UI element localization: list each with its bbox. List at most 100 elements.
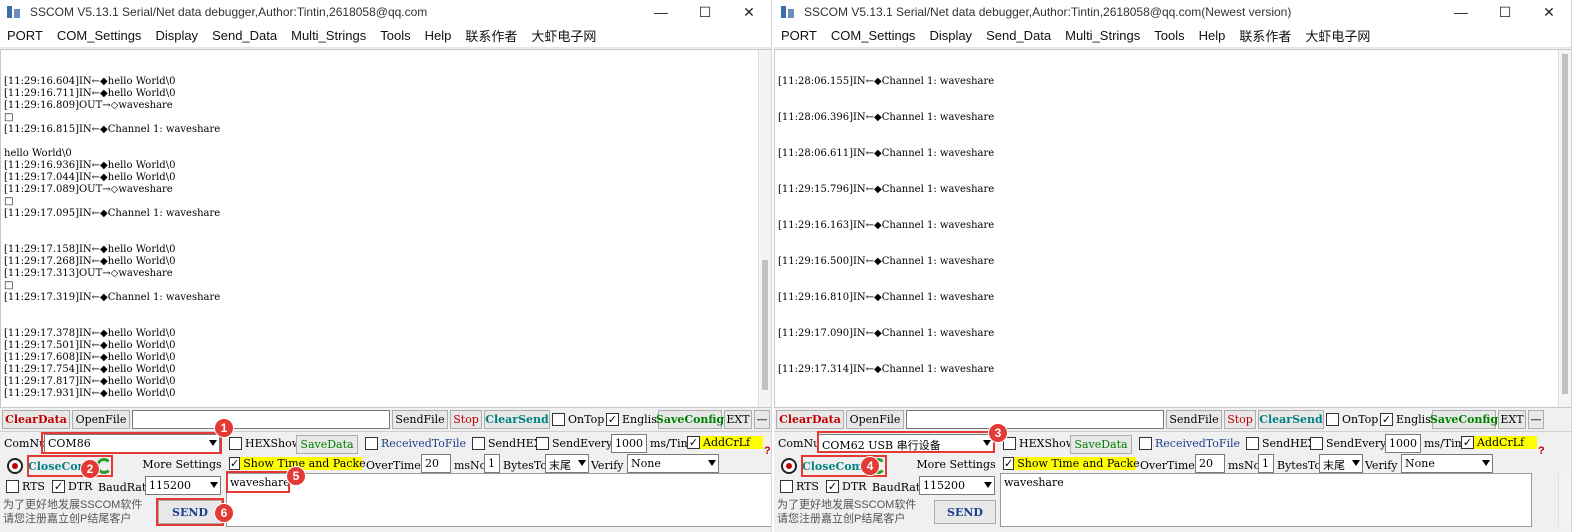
open-file-button[interactable]: OpenFile	[846, 410, 904, 429]
menu-com-settings[interactable]: COM_Settings	[50, 28, 149, 43]
menu-send-data[interactable]: Send_Data	[979, 28, 1058, 43]
verify-select[interactable]: None	[627, 454, 719, 473]
collapse-button[interactable]: —	[754, 410, 770, 429]
over-time-input[interactable]: 20	[1195, 454, 1225, 473]
over-time-input[interactable]: 20	[421, 454, 451, 473]
maximize-icon[interactable]: ☐	[683, 0, 727, 24]
menu-send-data[interactable]: Send_Data	[205, 28, 284, 43]
menu-display[interactable]: Display	[922, 28, 979, 43]
menu-daxia-site[interactable]: 大虾电子网	[1298, 26, 1377, 45]
baud-rate-select[interactable]: 115200	[919, 476, 995, 495]
close-icon[interactable]: ✕	[1527, 0, 1571, 24]
window-controls: — ☐ ✕	[639, 0, 771, 24]
received-to-file-checkbox[interactable]: ReceivedToFile	[365, 437, 466, 450]
rts-checkbox[interactable]: RTS	[780, 480, 819, 493]
ext-button[interactable]: EXT	[724, 410, 752, 429]
menu-help[interactable]: Help	[418, 28, 459, 43]
menu-contact-author[interactable]: 联系作者	[1232, 26, 1298, 45]
send-every-input[interactable]: 1000	[611, 434, 647, 453]
show-time-checkbox[interactable]: ✓ Show Time and Packe	[1003, 457, 1140, 470]
com-num-select[interactable]: COM86	[44, 434, 220, 453]
send-file-button[interactable]: SendFile	[392, 410, 448, 429]
send-every-checkbox[interactable]: SendEvery:	[1310, 437, 1390, 450]
receive-log[interactable]: [11:28:06.155]IN←◆Channel 1: waveshare [1…	[774, 49, 1571, 408]
menu-com-settings[interactable]: COM_Settings	[824, 28, 923, 43]
save-config-button[interactable]: SaveConfig	[1430, 410, 1498, 429]
send-hex-checkbox[interactable]: SendHEX	[472, 437, 542, 450]
menu-multi-strings[interactable]: Multi_Strings	[284, 28, 373, 43]
menu-tools[interactable]: Tools	[1147, 28, 1191, 43]
log-line: [11:29:17.608]IN←◆hello World\0	[4, 352, 176, 363]
menu-contact-author[interactable]: 联系作者	[458, 26, 524, 45]
save-data-button[interactable]: SaveData	[296, 435, 358, 454]
more-settings-button[interactable]: More Settings	[916, 455, 996, 474]
rts-checkbox[interactable]: RTS	[6, 480, 45, 493]
baud-rate-select[interactable]: 115200	[145, 476, 221, 495]
help-icon[interactable]: ?	[1538, 445, 1545, 457]
close-icon[interactable]: ✕	[727, 0, 771, 24]
close-com-button[interactable]: CloseCom	[28, 456, 89, 476]
send-button[interactable]: SEND	[934, 500, 996, 524]
hex-show-checkbox[interactable]: HEXShow	[229, 437, 301, 450]
com-num-select[interactable]: COM62 USB 串行设备	[818, 434, 994, 453]
add-crlf-checkbox[interactable]: ✓ AddCrLf	[687, 436, 763, 449]
send-button[interactable]: SEND	[158, 500, 222, 524]
dtr-checkbox[interactable]: ✓ DTR	[826, 480, 866, 493]
clear-data-button[interactable]: ClearData	[776, 410, 844, 429]
minimize-icon[interactable]: —	[1439, 0, 1483, 24]
send-hex-checkbox[interactable]: SendHEX	[1246, 437, 1316, 450]
log-scrollbar[interactable]	[758, 50, 771, 407]
file-path-input[interactable]	[906, 410, 1164, 429]
open-file-button[interactable]: OpenFile	[72, 410, 130, 429]
on-top-checkbox[interactable]: OnTop	[1326, 413, 1378, 426]
send-file-button[interactable]: SendFile	[1166, 410, 1222, 429]
clear-send-button[interactable]: ClearSend	[1258, 410, 1324, 429]
add-crlf-checkbox[interactable]: ✓ AddCrLf	[1461, 436, 1537, 449]
menu-daxia-site[interactable]: 大虾电子网	[524, 26, 603, 45]
clear-send-button[interactable]: ClearSend	[484, 410, 550, 429]
menu-display[interactable]: Display	[148, 28, 205, 43]
stop-button[interactable]: Stop	[450, 410, 482, 429]
menu-multi-strings[interactable]: Multi_Strings	[1058, 28, 1147, 43]
menu-port[interactable]: PORT	[0, 28, 50, 43]
maximize-icon[interactable]: ☐	[1483, 0, 1527, 24]
file-path-input[interactable]	[132, 410, 390, 429]
dtr-checkbox[interactable]: ✓ DTR	[52, 480, 92, 493]
ext-button[interactable]: EXT	[1498, 410, 1526, 429]
clear-data-button[interactable]: ClearData	[2, 410, 70, 429]
help-icon[interactable]: ?	[764, 445, 771, 457]
scroll-thumb[interactable]	[1562, 54, 1568, 394]
stop-button[interactable]: Stop	[1224, 410, 1256, 429]
send-text-area[interactable]: waveshare	[226, 473, 771, 527]
menu-tools[interactable]: Tools	[373, 28, 417, 43]
received-to-file-checkbox[interactable]: ReceivedToFile	[1139, 437, 1240, 450]
send-text-area[interactable]: waveshare	[1000, 473, 1532, 527]
menu-port[interactable]: PORT	[774, 28, 824, 43]
verify-select[interactable]: None	[1401, 454, 1493, 473]
more-settings-button[interactable]: More Settings	[142, 455, 222, 474]
send-every-checkbox[interactable]: SendEvery:	[536, 437, 616, 450]
collapse-button[interactable]: —	[1528, 410, 1544, 429]
close-com-button[interactable]: CloseCom	[802, 456, 863, 476]
checkbox-box	[472, 437, 485, 450]
bytes-to-select[interactable]: 末尾	[545, 454, 589, 473]
save-data-button[interactable]: SaveData	[1070, 435, 1132, 454]
scroll-thumb[interactable]	[762, 260, 768, 390]
on-top-checkbox[interactable]: OnTop	[552, 413, 604, 426]
bytes-to-select[interactable]: 末尾	[1319, 454, 1363, 473]
log-scrollbar[interactable]	[1558, 50, 1571, 407]
minimize-icon[interactable]: —	[639, 0, 683, 24]
step-badge-6: 6	[214, 503, 234, 523]
menu-help[interactable]: Help	[1192, 28, 1233, 43]
send-every-input[interactable]: 1000	[1385, 434, 1421, 453]
no-input[interactable]: 1	[484, 454, 500, 473]
receive-log[interactable]: [11:29:16.604]IN←◆hello World\0 [11:29:16…	[0, 49, 771, 408]
no-input[interactable]: 1	[1258, 454, 1274, 473]
send-scrollbar[interactable]	[1558, 473, 1571, 527]
hex-show-checkbox[interactable]: HEXShow	[1003, 437, 1075, 450]
save-config-button[interactable]: SaveConfig	[656, 410, 724, 429]
